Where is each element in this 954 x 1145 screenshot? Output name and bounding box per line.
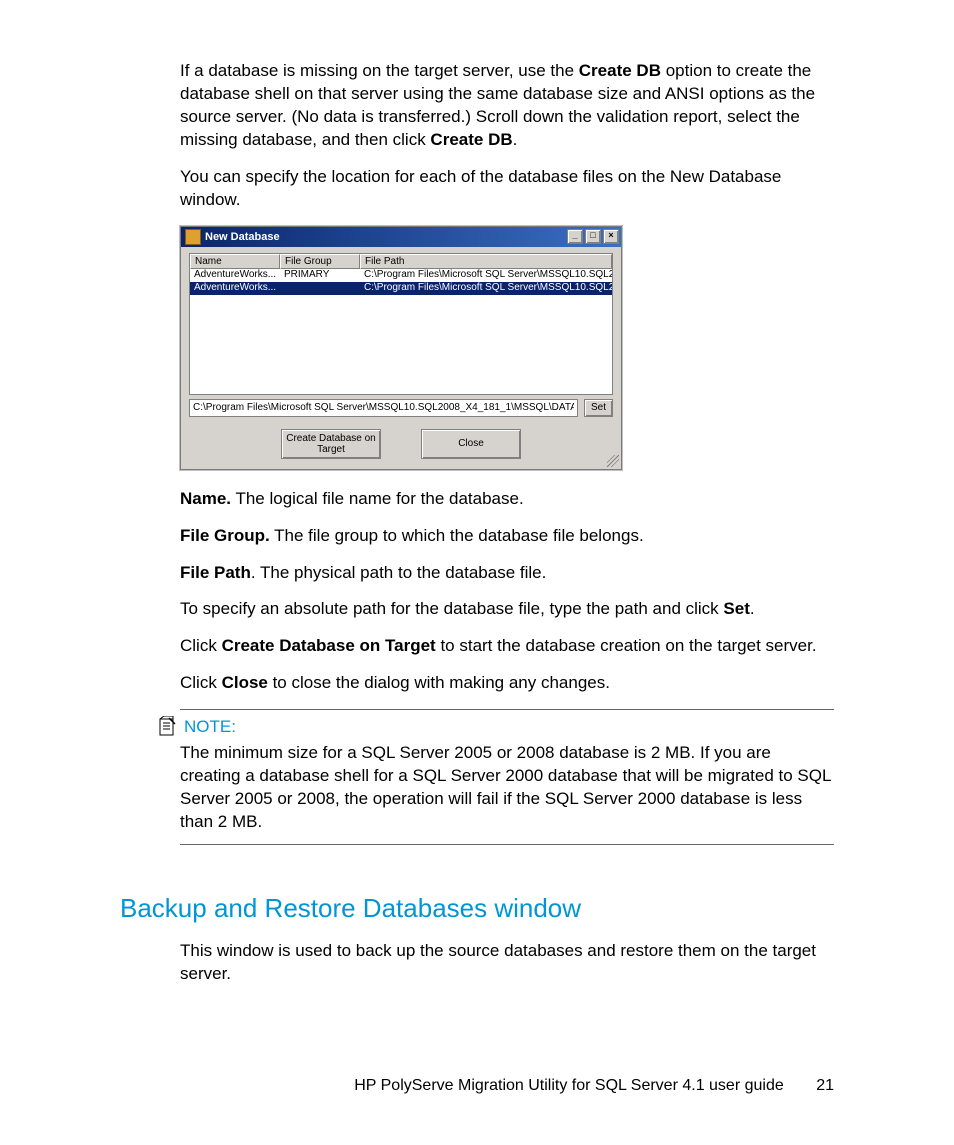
listview-headers: Name File Group File Path: [190, 254, 612, 269]
file-listview[interactable]: Name File Group File Path AdventureWorks…: [189, 253, 613, 395]
set-button[interactable]: Set: [584, 399, 613, 417]
list-item-selected[interactable]: AdventureWorks... C:\Program Files\Micro…: [190, 282, 612, 295]
cell-group: [280, 282, 360, 295]
cell-name: AdventureWorks...: [190, 282, 280, 295]
text-bold: Set: [723, 599, 749, 618]
text: The logical file name for the database.: [231, 489, 524, 508]
divider: [180, 709, 834, 710]
note-label: NOTE:: [184, 717, 236, 737]
text: If a database is missing on the target s…: [180, 61, 579, 80]
instruction-create: Click Create Database on Target to start…: [120, 635, 834, 658]
cell-name: AdventureWorks...: [190, 269, 280, 282]
text-bold: File Group.: [180, 526, 270, 545]
text: Click: [180, 636, 222, 655]
text-bold: Name.: [180, 489, 231, 508]
instruction-set: To specify an absolute path for the data…: [120, 598, 834, 621]
dialog-title: New Database: [205, 231, 280, 243]
minimize-button[interactable]: _: [567, 229, 583, 244]
close-window-button[interactable]: ×: [603, 229, 619, 244]
column-header-filepath[interactable]: File Path: [360, 254, 612, 269]
section-heading: Backup and Restore Databases window: [120, 893, 834, 924]
paragraph-create-db: If a database is missing on the target s…: [120, 60, 834, 152]
resize-gripper-icon[interactable]: [607, 455, 619, 467]
page-footer: HP PolyServe Migration Utility for SQL S…: [120, 1077, 834, 1095]
text: to close the dialog with making any chan…: [268, 673, 610, 692]
note-text: The minimum size for a SQL Server 2005 o…: [120, 742, 834, 834]
text-bold: Create Database on Target: [222, 636, 436, 655]
text: Click: [180, 673, 222, 692]
section-text: This window is used to back up the sourc…: [120, 940, 834, 986]
note-icon: [158, 716, 176, 738]
text-bold: Create DB: [430, 130, 512, 149]
dialog-titlebar: New Database _ □ ×: [181, 227, 621, 247]
close-button[interactable]: Close: [421, 429, 521, 459]
column-header-name[interactable]: Name: [190, 254, 280, 269]
cell-path: C:\Program Files\Microsoft SQL Server\MS…: [360, 282, 612, 295]
definition-filepath: File Path. The physical path to the data…: [120, 562, 834, 585]
instruction-close: Click Close to close the dialog with mak…: [120, 672, 834, 695]
divider: [180, 844, 834, 845]
maximize-button[interactable]: □: [585, 229, 601, 244]
paragraph-location: You can specify the location for each of…: [120, 166, 834, 212]
page-number: 21: [816, 1077, 834, 1094]
list-item[interactable]: AdventureWorks... PRIMARY C:\Program Fil…: [190, 269, 612, 282]
text-bold: File Path: [180, 563, 251, 582]
window-icon: [185, 229, 201, 245]
text: .: [513, 130, 518, 149]
definition-filegroup: File Group. The file group to which the …: [120, 525, 834, 548]
column-header-filegroup[interactable]: File Group: [280, 254, 360, 269]
text: To specify an absolute path for the data…: [180, 599, 723, 618]
text: The file group to which the database fil…: [270, 526, 644, 545]
footer-text: HP PolyServe Migration Utility for SQL S…: [354, 1077, 784, 1094]
cell-group: PRIMARY: [280, 269, 360, 282]
new-database-dialog: New Database _ □ × Name File Group File …: [180, 226, 622, 470]
text-bold: Close: [222, 673, 268, 692]
definition-name: Name. The logical file name for the data…: [120, 488, 834, 511]
cell-path: C:\Program Files\Microsoft SQL Server\MS…: [360, 269, 612, 282]
text: to start the database creation on the ta…: [436, 636, 817, 655]
text: .: [750, 599, 755, 618]
filepath-input[interactable]: [189, 399, 578, 417]
text: . The physical path to the database file…: [251, 563, 547, 582]
create-database-button[interactable]: Create Database on Target: [281, 429, 381, 459]
text-bold: Create DB: [579, 61, 661, 80]
